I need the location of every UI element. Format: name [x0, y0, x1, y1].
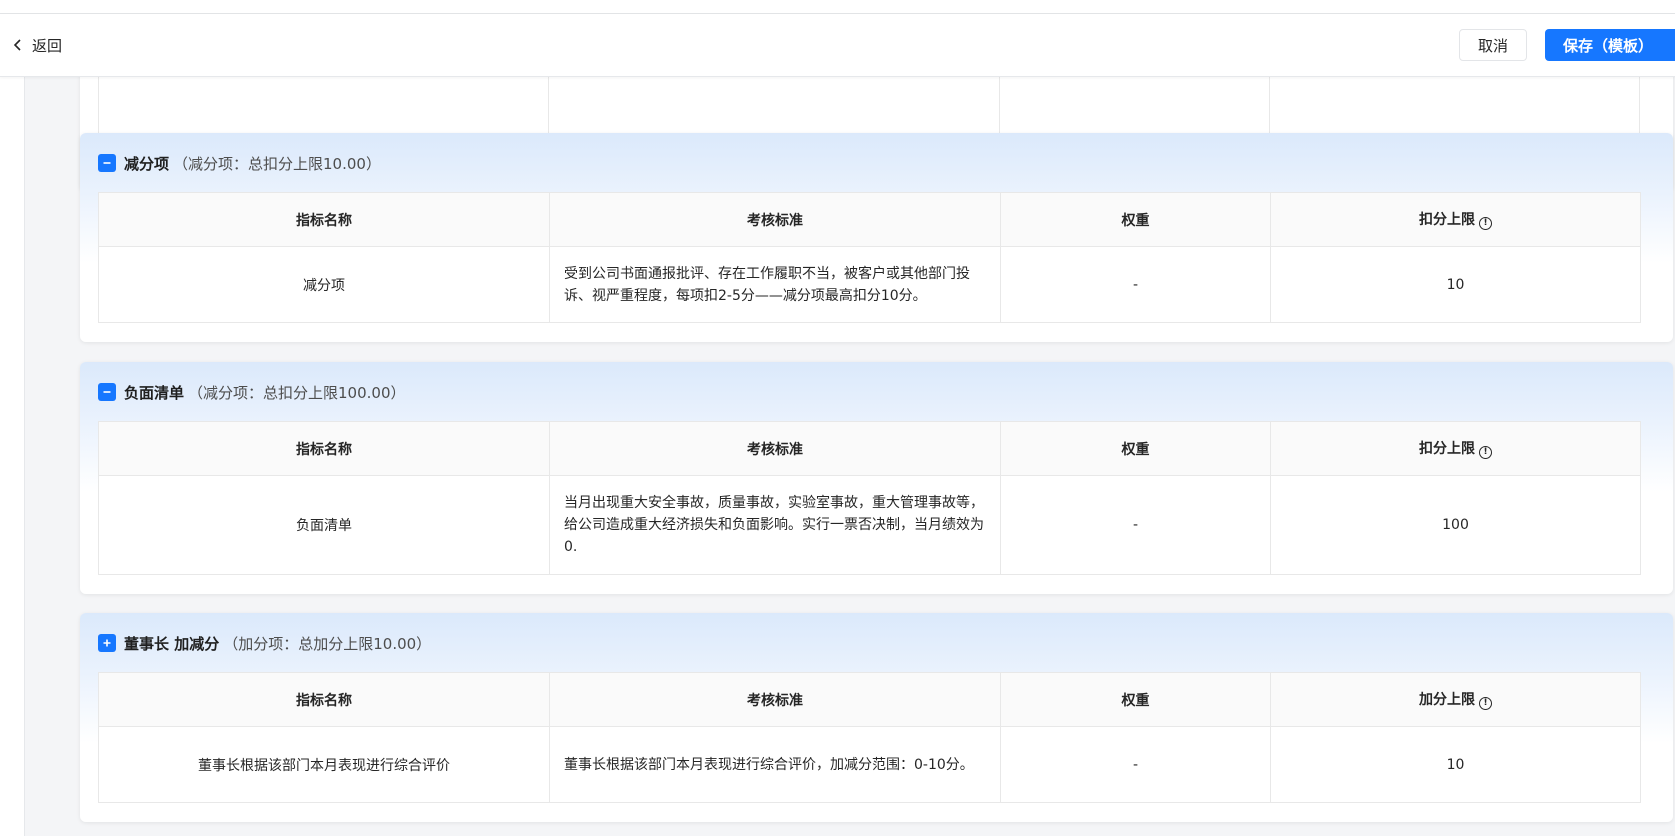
- cell-limit: 10: [1270, 726, 1641, 803]
- cell-weight: -: [1000, 726, 1271, 803]
- main-content: 减分项 （减分项：总扣分上限10.00） 指标名称 考核标准 权重 扣分上限! …: [25, 77, 1675, 836]
- table-header-row: 指标名称 考核标准 权重 扣分上限!: [98, 421, 1641, 476]
- cell-weight: -: [1000, 246, 1271, 323]
- back-label: 返回: [32, 36, 63, 55]
- expand-toggle[interactable]: [98, 634, 116, 652]
- cell-standard: 受到公司书面通报批评、存在工作履职不当，被客户或其他部门投诉、视严重程度，每项扣…: [549, 246, 1001, 323]
- indicator-table: 指标名称 考核标准 权重 加分上限! 董事长根据该部门本月表现进行综合评价 董事…: [98, 672, 1641, 803]
- collapse-toggle[interactable]: [98, 154, 116, 172]
- column-header-name: 指标名称: [98, 421, 550, 476]
- chevron-left-icon: [13, 39, 21, 51]
- section-subtitle: （加分项：总加分上限10.00）: [223, 634, 432, 653]
- section-subtitle: （减分项：总扣分上限10.00）: [173, 154, 381, 173]
- cell-standard: 当月出现重大安全事故，质量事故，实验室事故，重大管理事故等，给公司造成重大经济损…: [549, 475, 1001, 575]
- plus-icon: [103, 639, 111, 647]
- section-title: 董事长 加减分: [124, 634, 220, 653]
- table-header-row: 指标名称 考核标准 权重 加分上限!: [98, 672, 1641, 727]
- section-card-negative-list: 负面清单 （减分项：总扣分上限100.00） 指标名称 考核标准 权重 扣分上限…: [80, 362, 1673, 594]
- column-header-deduct-limit: 扣分上限!: [1270, 192, 1641, 247]
- table-header-row: 指标名称 考核标准 权重 扣分上限!: [98, 192, 1641, 247]
- column-header-standard: 考核标准: [549, 192, 1001, 247]
- cell-standard: 董事长根据该部门本月表现进行综合评价，加减分范围：0-10分。: [549, 726, 1001, 803]
- column-header-name: 指标名称: [98, 672, 550, 727]
- section-card-deduction: 减分项 （减分项：总扣分上限10.00） 指标名称 考核标准 权重 扣分上限! …: [80, 133, 1673, 342]
- section-title: 减分项: [124, 154, 170, 173]
- column-header-standard: 考核标准: [549, 421, 1001, 476]
- page-header: 返回 取消 保存（模板）: [0, 14, 1675, 77]
- cancel-button[interactable]: 取消: [1459, 29, 1527, 61]
- left-sidebar: [0, 77, 25, 836]
- info-icon[interactable]: !: [1479, 697, 1492, 710]
- table-row: 董事长根据该部门本月表现进行综合评价 董事长根据该部门本月表现进行综合评价，加减…: [98, 726, 1641, 803]
- section-title: 负面清单: [124, 383, 185, 402]
- column-header-standard: 考核标准: [549, 672, 1001, 727]
- cell-limit: 100: [1270, 475, 1641, 575]
- column-header-deduct-limit: 扣分上限!: [1270, 421, 1641, 476]
- minus-icon: [103, 391, 111, 393]
- section-card-chairman: 董事长 加减分 （加分项：总加分上限10.00） 指标名称 考核标准 权重 加分…: [80, 613, 1673, 822]
- window-top-strip: [0, 0, 1675, 14]
- indicator-table: 指标名称 考核标准 权重 扣分上限! 减分项 受到公司书面通报批评、存在工作履职…: [98, 192, 1641, 323]
- table-row: 负面清单 当月出现重大安全事故，质量事故，实验室事故，重大管理事故等，给公司造成…: [98, 475, 1641, 575]
- column-header-add-limit: 加分上限!: [1270, 672, 1641, 727]
- collapse-toggle[interactable]: [98, 383, 116, 401]
- indicator-table: 指标名称 考核标准 权重 扣分上限! 负面清单 当月出现重大安全事故，质量事故，…: [98, 421, 1641, 575]
- column-header-name: 指标名称: [98, 192, 550, 247]
- column-header-weight: 权重: [1000, 672, 1271, 727]
- cell-name: 负面清单: [98, 475, 550, 575]
- cell-name: 减分项: [98, 246, 550, 323]
- table-row: 减分项 受到公司书面通报批评、存在工作履职不当，被客户或其他部门投诉、视严重程度…: [98, 246, 1641, 323]
- info-icon[interactable]: !: [1479, 217, 1492, 230]
- column-header-weight: 权重: [1000, 192, 1271, 247]
- cell-weight: -: [1000, 475, 1271, 575]
- back-button[interactable]: 返回: [12, 32, 62, 58]
- column-header-weight: 权重: [1000, 421, 1271, 476]
- info-icon[interactable]: !: [1479, 446, 1492, 459]
- cell-name: 董事长根据该部门本月表现进行综合评价: [98, 726, 550, 803]
- cell-limit: 10: [1270, 246, 1641, 323]
- minus-icon: [103, 162, 111, 164]
- save-template-button[interactable]: 保存（模板）: [1545, 29, 1675, 61]
- section-subtitle: （减分项：总扣分上限100.00）: [188, 383, 406, 402]
